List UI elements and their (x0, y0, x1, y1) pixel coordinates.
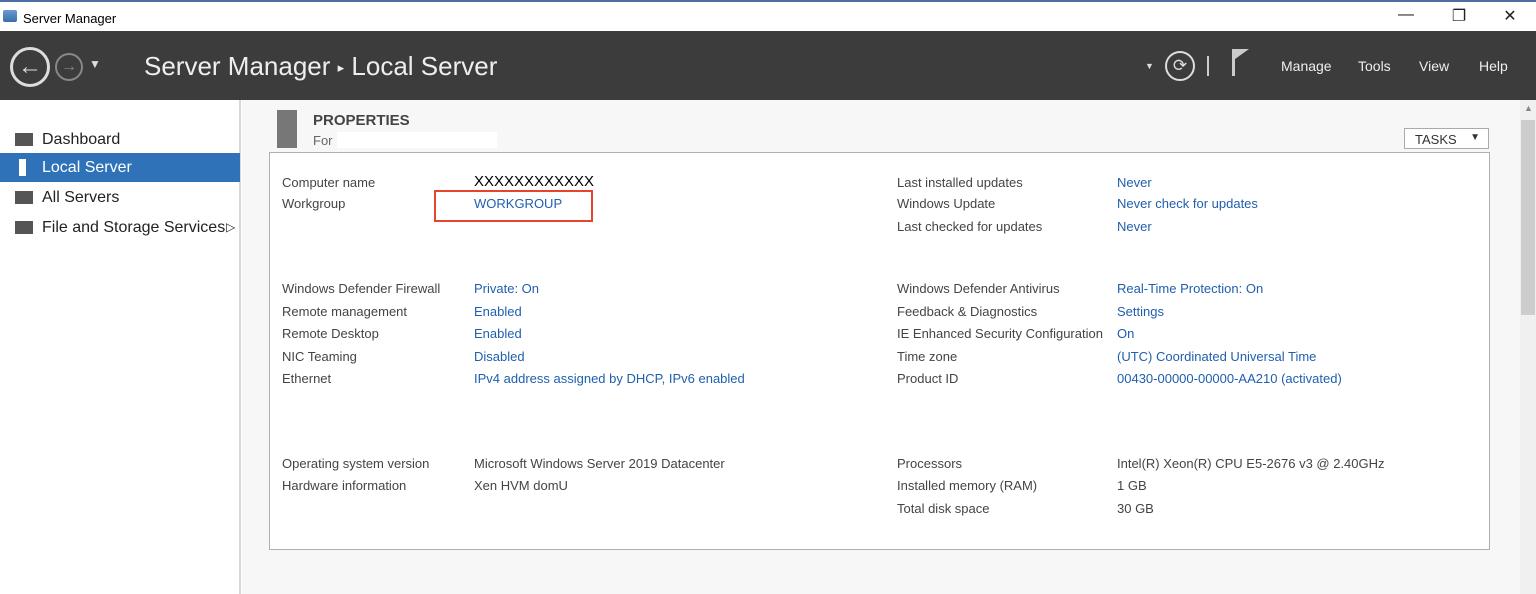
property-label: NIC Teaming (282, 349, 357, 364)
chevron-down-icon: ▼ (1470, 132, 1480, 143)
vertical-scrollbar[interactable]: ▲ (1520, 100, 1536, 594)
notifications-flag-icon[interactable] (1232, 49, 1249, 76)
highlight-box (434, 190, 593, 222)
dropdown-icon[interactable]: ▼ (1145, 61, 1154, 71)
sidebar-item-label: File and Storage Services (42, 219, 226, 236)
menu-manage[interactable]: Manage (1281, 58, 1332, 74)
property-label: Product ID (897, 371, 959, 386)
header-bar: ← → ▼ Server Manager ▸ Local Server ▼ ⟳ … (0, 31, 1536, 100)
property-link[interactable]: Enabled (474, 326, 522, 341)
property-label: Remote management (282, 304, 408, 319)
property-link[interactable]: Enabled (474, 304, 522, 319)
tasks-label: TASKS (1415, 132, 1457, 147)
window-title: Server Manager (23, 11, 117, 26)
property-label: Workgroup (282, 196, 346, 211)
property-link[interactable]: IPv4 address assigned by DHCP, IPv6 enab… (474, 371, 745, 386)
property-link[interactable]: Disabled (474, 349, 525, 364)
property-label: Time zone (897, 349, 958, 364)
minimize-button[interactable]: — (1391, 6, 1421, 24)
sidebar-item-label: Dashboard (42, 131, 121, 148)
breadcrumb: Server Manager ▸ Local Server (144, 51, 497, 82)
property-label: Operating system version (282, 456, 430, 471)
menu-view[interactable]: View (1419, 58, 1449, 74)
property-link[interactable]: (UTC) Coordinated Universal Time (1117, 349, 1316, 364)
properties-panel: Computer name XXXXXXXXXXXX Workgroup WORKGR… (269, 152, 1490, 550)
server-icon (19, 159, 26, 176)
restore-button[interactable]: ❐ (1444, 6, 1474, 26)
sidebar: Dashboard Local Server All Servers File … (0, 100, 241, 594)
back-arrow-icon[interactable]: ← (10, 47, 50, 87)
property-label: Remote Desktop (282, 326, 379, 341)
property-value: 1 GB (1117, 478, 1147, 493)
property-label: Total disk space (897, 501, 990, 516)
property-label: IE Enhanced Security Configuration (897, 326, 1103, 341)
server-manager-icon (3, 10, 17, 22)
property-label: Hardware information (282, 478, 407, 493)
scrollbar-thumb[interactable] (1521, 120, 1535, 315)
property-label: Feedback & Diagnostics (897, 304, 1038, 319)
divider (1207, 56, 1209, 76)
sidebar-item-file-storage[interactable]: File and Storage Services ▷ (0, 213, 240, 242)
menu-tools[interactable]: Tools (1358, 58, 1391, 74)
property-link[interactable]: Settings (1117, 304, 1164, 319)
forward-arrow-icon[interactable]: → (55, 53, 83, 81)
breadcrumb-page: Local Server (351, 51, 498, 81)
property-value: Xen HVM domU (474, 478, 568, 493)
property-link[interactable]: Never (1117, 175, 1152, 190)
property-value: Intel(R) Xeon(R) CPU E5-2676 v3 @ 2.40GH… (1117, 456, 1385, 471)
property-label: Last checked for updates (897, 219, 1043, 234)
property-label: Computer name (282, 175, 376, 190)
redacted-server-name (337, 132, 497, 148)
main-content: PROPERTIES For TASKS ▼ Computer name XXXXX… (242, 100, 1520, 594)
property-link[interactable]: Never (1117, 219, 1152, 234)
property-value: XXXXXXXXXXXX (474, 173, 595, 190)
sidebar-item-all-servers[interactable]: All Servers (0, 183, 240, 212)
property-link[interactable]: Real-Time Protection: On (1117, 281, 1263, 296)
tasks-dropdown[interactable]: TASKS ▼ (1404, 128, 1489, 149)
breadcrumb-app[interactable]: Server Manager (144, 51, 330, 81)
dashboard-icon (15, 133, 33, 146)
property-label: Processors (897, 456, 963, 471)
property-value: 30 GB (1117, 501, 1154, 516)
property-link[interactable]: On (1117, 326, 1134, 341)
property-link[interactable]: Private: On (474, 281, 539, 296)
property-label: Windows Defender Firewall (282, 281, 441, 296)
property-label: Last installed updates (897, 175, 1023, 190)
property-link[interactable]: Never check for updates (1117, 196, 1258, 211)
expand-arrow-icon[interactable]: ▷ (226, 213, 235, 242)
property-link[interactable]: 00430-00000-00000-AA210 (activated) (1117, 371, 1342, 386)
properties-for: For (313, 133, 333, 148)
history-dropdown-icon[interactable]: ▼ (89, 57, 101, 71)
sidebar-item-label: All Servers (42, 189, 120, 206)
menu-help[interactable]: Help (1479, 58, 1508, 74)
property-label: Windows Defender Antivirus (897, 281, 1060, 296)
section-title: PROPERTIES (313, 112, 410, 129)
sidebar-item-dashboard[interactable]: Dashboard (0, 125, 240, 154)
breadcrumb-separator: ▸ (337, 60, 345, 76)
property-label: Ethernet (282, 371, 332, 386)
property-label: Installed memory (RAM) (897, 478, 1038, 493)
properties-icon (277, 110, 297, 148)
sidebar-item-label: Local Server (42, 159, 132, 176)
property-label: Windows Update (897, 196, 996, 211)
close-button[interactable]: ✕ (1495, 6, 1525, 26)
property-value: Microsoft Windows Server 2019 Datacenter (474, 456, 725, 471)
servers-icon (15, 191, 33, 204)
sidebar-item-local-server[interactable]: Local Server (0, 153, 240, 182)
scroll-up-icon[interactable]: ▲ (1524, 103, 1533, 113)
title-bar: Server Manager — ❐ ✕ (0, 0, 1536, 31)
storage-icon (15, 221, 33, 234)
refresh-icon[interactable]: ⟳ (1165, 51, 1195, 81)
